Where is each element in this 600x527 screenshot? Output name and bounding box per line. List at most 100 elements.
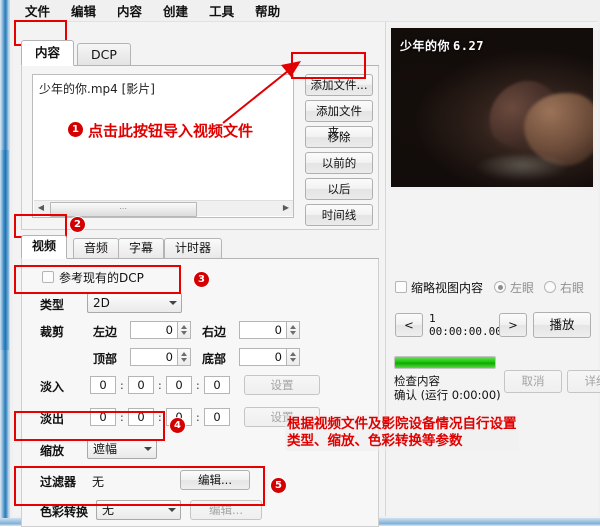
content-buttons-column: 添加文件... 添加文件夹... 移除 以前的 以后 时间线 [305,74,373,230]
crop-left-input[interactable]: 0 [130,321,178,339]
scroll-right-arrow-icon[interactable]: ▶ [279,201,293,216]
remove-button[interactable]: 移除 [305,126,373,148]
scrollbar-thumb[interactable]: ⋯ [50,202,197,217]
menu-bar: 文件 编辑 内容 创建 工具 帮助 [13,0,597,22]
add-folder-button[interactable]: 添加文件夹... [305,100,373,139]
crop-bottom-label: 底部 [202,352,227,366]
crop-right-stepper[interactable] [287,321,300,339]
timeline-button[interactable]: 时间线 [305,204,373,226]
crop-right-input[interactable]: 0 [239,321,287,339]
fade-in-seconds[interactable]: 0 [166,376,192,394]
play-button[interactable]: 播放 [533,312,591,338]
annotation-badge-5: 5 [271,478,286,493]
filter-value: 无 [92,475,105,489]
tab-audio[interactable]: 音频 [73,238,120,259]
preview-shape-table [475,155,569,181]
scale-select[interactable]: 遮幅 [87,439,157,459]
thumbnail-content-label: 缩略视图内容 [411,281,484,295]
preview-watermark-date: 6.27 [453,39,484,53]
move-earlier-button[interactable]: 以前的 [305,152,373,174]
tab-content[interactable]: 内容 [21,40,75,66]
crop-label: 裁剪 [40,325,65,339]
fade-in-separator-2: : [158,379,162,392]
application-window: 文件 编辑 内容 创建 工具 帮助 内容 DCP 少年的你.mp4 [影片] ◀… [0,0,600,527]
chevron-down-icon [169,301,177,305]
properties-tab-strip: 视频 音频 字幕 计时器 [21,235,379,259]
scroll-left-arrow-icon[interactable]: ◀ [34,201,48,216]
crop-top-stepper[interactable] [178,348,191,366]
job-status-line-2: 确认 (运行 0:00:00) [394,388,501,402]
tab-video[interactable]: 视频 [21,235,68,259]
stepper-down-icon[interactable] [181,331,187,335]
preview-watermark-title: 少年的你 [400,39,451,53]
details-button[interactable]: 详细 [567,370,600,393]
fade-out-hours[interactable]: 0 [90,408,116,426]
left-eye-radio[interactable] [494,281,506,293]
stepper-up-icon[interactable] [290,325,296,329]
next-frame-button[interactable]: > [499,313,527,337]
chevron-down-icon [144,447,152,451]
fade-in-minutes[interactable]: 0 [128,376,154,394]
previous-frame-button[interactable]: < [395,313,423,337]
thumbnail-content-checkbox[interactable] [395,281,407,293]
preview-watermark: 少年的你 6.27 [400,37,484,54]
file-list-horizontal-scrollbar[interactable]: ◀ ⋯ ▶ [34,200,293,217]
stepper-up-icon[interactable] [181,352,187,356]
fade-in-hours[interactable]: 0 [90,376,116,394]
reference-dcp-label: 参考现有的DCP [59,271,144,285]
colour-conversion-label: 色彩转换 [40,505,89,519]
tab-dcp[interactable]: DCP [77,43,131,66]
content-panel: 少年的你.mp4 [影片] ◀ ⋯ ▶ 添加文件... 添加文件夹... 移除 … [21,66,379,230]
crop-bottom-stepper[interactable] [287,348,300,366]
stepper-down-icon[interactable] [181,358,187,362]
crop-right-label: 右边 [202,325,227,339]
stepper-down-icon[interactable] [290,331,296,335]
menu-item-help[interactable]: 帮助 [253,0,282,22]
stepper-up-icon[interactable] [181,325,187,329]
menu-item-create[interactable]: 创建 [161,0,190,22]
job-progress-fill [395,357,495,368]
fade-in-label: 淡入 [40,380,65,394]
menu-item-edit[interactable]: 编辑 [69,0,98,22]
menu-item-content[interactable]: 内容 [115,0,144,22]
list-item[interactable]: 少年的你.mp4 [影片] [39,80,155,97]
scale-select-value: 遮幅 [93,442,118,456]
move-later-button[interactable]: 以后 [305,178,373,200]
type-select-value: 2D [93,296,110,310]
annotation-badge-3: 3 [194,272,209,287]
scale-label: 缩放 [40,444,65,458]
video-preview[interactable]: 少年的你 6.27 [388,25,596,190]
menu-item-tools[interactable]: 工具 [207,0,236,22]
crop-bottom-input[interactable]: 0 [239,348,287,366]
tab-subtitle[interactable]: 字幕 [118,238,165,259]
filter-label: 过滤器 [40,475,77,489]
type-label: 类型 [40,298,65,312]
left-eye-label: 左眼 [510,281,535,295]
type-select[interactable]: 2D [87,293,182,313]
stepper-up-icon[interactable] [290,352,296,356]
filter-edit-button[interactable]: 编辑... [180,470,250,490]
crop-left-stepper[interactable] [178,321,191,339]
fade-in-set-button[interactable]: 设置 [244,375,320,395]
cancel-button[interactable]: 取消 [504,370,562,393]
reference-dcp-checkbox[interactable] [42,271,54,283]
tab-timer[interactable]: 计时器 [164,238,223,259]
fade-out-minutes[interactable]: 0 [128,408,154,426]
add-file-button[interactable]: 添加文件... [305,74,373,96]
colour-conversion-select[interactable]: 无 [96,500,181,520]
fade-in-frames[interactable]: 0 [204,376,230,394]
stepper-down-icon[interactable] [290,358,296,362]
fade-out-frames[interactable]: 0 [204,408,230,426]
annotation-note-2-line-1: 根据视频文件及影院设备情况自行设置 [287,416,517,432]
crop-top-input[interactable]: 0 [130,348,178,366]
colour-conversion-edit-button[interactable]: 编辑... [190,500,262,520]
right-eye-label: 右眼 [560,281,585,295]
fade-out-separator-2: : [158,411,162,424]
annotation-badge-1: 1 [68,122,83,137]
main-tab-strip: 内容 DCP [21,40,379,66]
window-frame-left-highlight [0,150,9,350]
chevron-down-icon [168,508,176,512]
right-eye-radio[interactable] [544,281,556,293]
menu-item-file[interactable]: 文件 [23,0,52,22]
content-file-list[interactable]: 少年的你.mp4 [影片] ◀ ⋯ ▶ [32,74,294,218]
